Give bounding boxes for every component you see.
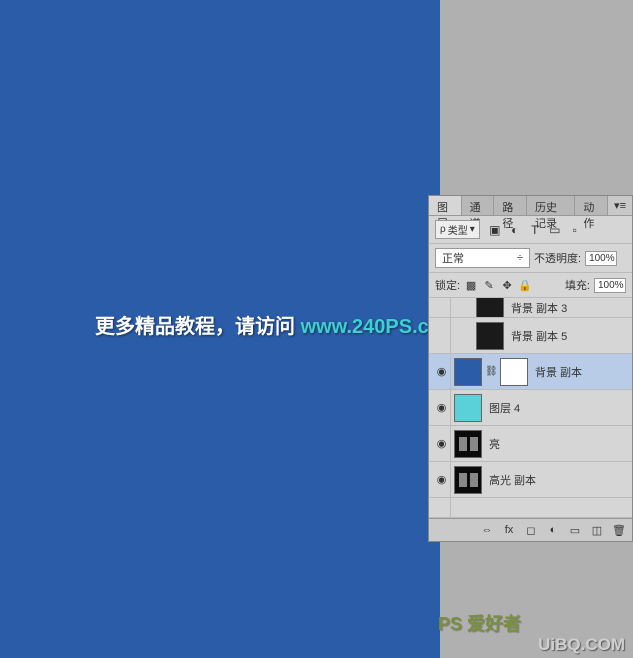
lock-position-icon[interactable]: ✥ — [500, 278, 514, 292]
filter-shape-icon[interactable]: ▭ — [548, 223, 562, 237]
filter-type-icon[interactable]: T — [528, 223, 542, 237]
link-layers-icon[interactable]: ⇔ — [480, 523, 494, 537]
eye-icon: ◉ — [437, 437, 447, 450]
opacity-label: 不透明度: — [534, 250, 581, 266]
layer-thumb[interactable] — [454, 394, 482, 422]
layer-thumb[interactable] — [454, 430, 482, 458]
tab-actions[interactable]: 动作 — [575, 196, 608, 215]
filter-adjust-icon[interactable]: ◐ — [508, 223, 522, 237]
adjustment-icon[interactable]: ◐ — [546, 523, 560, 537]
layer-row[interactable]: ◉ 图层 4 — [429, 390, 632, 426]
watermark-uibq: UiBQ.COM — [538, 635, 625, 655]
tab-history[interactable]: 历史记录 — [527, 196, 575, 215]
lock-transparent-icon[interactable]: ▩ — [464, 278, 478, 292]
layer-row[interactable]: ◉ 高光 副本 — [429, 462, 632, 498]
panel-tabs: 图层 通道 路径 历史记录 动作 ▾≡ — [429, 196, 632, 216]
lock-row: 锁定: ▩ ✎ ✥ 🔒 填充: 100% — [429, 273, 632, 298]
fill-label: 填充: — [565, 277, 590, 293]
layer-filter-row: ρ 类型 ▾ ▣ ◐ T ▭ ▫ — [429, 216, 632, 244]
panel-menu-icon[interactable]: ▾≡ — [608, 196, 632, 215]
mask-icon[interactable]: ◻ — [524, 523, 538, 537]
chevron-down-icon: ▾ — [470, 224, 475, 235]
chevron-updown-icon: ÷ — [517, 252, 523, 264]
layer-list: 背景 副本 3 背景 副本 5 ◉ ⛓ 背景 副本 ◉ 图层 4 ◉ 亮 ◉ — [429, 298, 632, 518]
visibility-toggle[interactable] — [433, 298, 451, 317]
layer-thumb[interactable] — [476, 298, 504, 318]
layer-row[interactable]: ◉ 亮 — [429, 426, 632, 462]
fx-icon[interactable]: fx — [502, 523, 516, 537]
visibility-toggle[interactable]: ◉ — [433, 390, 451, 425]
mask-thumb[interactable] — [500, 358, 528, 386]
filter-smart-icon[interactable]: ▫ — [568, 223, 582, 237]
blend-row: 正常 ÷ 不透明度: 100% — [429, 244, 632, 273]
watermark-ps: PS 爱好者 — [438, 610, 521, 636]
fill-input[interactable]: 100% — [594, 278, 626, 293]
layer-row[interactable]: 背景 副本 3 — [429, 298, 632, 318]
layer-name[interactable]: 亮 — [489, 436, 500, 452]
lock-label: 锁定: — [435, 277, 460, 293]
trash-icon[interactable]: 🗑 — [612, 523, 626, 537]
opacity-input[interactable]: 100% — [585, 251, 617, 266]
visibility-toggle[interactable]: ◉ — [433, 354, 451, 389]
promo-text: 更多精品教程，请访问 — [95, 316, 301, 338]
layer-thumb[interactable] — [454, 358, 482, 386]
eye-icon: ◉ — [437, 401, 447, 414]
blend-mode-select[interactable]: 正常 ÷ — [435, 248, 530, 268]
panel-footer: ⇔ fx ◻ ◐ ▭ ◫ 🗑 — [429, 518, 632, 541]
lock-all-icon[interactable]: 🔒 — [518, 278, 532, 292]
layer-name[interactable]: 背景 副本 3 — [511, 300, 567, 316]
filter-pixel-icon[interactable]: ▣ — [488, 223, 502, 237]
new-layer-icon[interactable]: ◫ — [590, 523, 604, 537]
filter-label: 类型 — [448, 222, 468, 237]
group-icon[interactable]: ▭ — [568, 523, 582, 537]
search-icon: ρ — [440, 224, 446, 235]
tab-channels[interactable]: 通道 — [462, 196, 495, 215]
blend-mode-value: 正常 — [442, 250, 464, 266]
filter-icons: ▣ ◐ T ▭ ▫ — [488, 223, 582, 237]
promo-banner: 更多精品教程，请访问 www.240PS.com — [95, 310, 459, 339]
visibility-toggle[interactable] — [433, 318, 451, 353]
tab-layers[interactable]: 图层 — [429, 196, 462, 215]
link-mask-icon[interactable]: ⛓ — [485, 366, 497, 377]
lock-icons: ▩ ✎ ✥ 🔒 — [464, 278, 532, 292]
lock-pixels-icon[interactable]: ✎ — [482, 278, 496, 292]
layer-name[interactable]: 图层 4 — [489, 400, 520, 416]
filter-type-select[interactable]: ρ 类型 ▾ — [435, 220, 480, 239]
layer-name[interactable]: 高光 副本 — [489, 472, 536, 488]
eye-icon: ◉ — [437, 365, 447, 378]
layers-panel: 图层 通道 路径 历史记录 动作 ▾≡ ρ 类型 ▾ ▣ ◐ T ▭ ▫ 正常 … — [428, 195, 633, 542]
eye-icon: ◉ — [437, 473, 447, 486]
layer-row[interactable]: 背景 副本 5 — [429, 318, 632, 354]
visibility-toggle[interactable]: ◉ — [433, 462, 451, 497]
layer-name[interactable]: 背景 副本 5 — [511, 328, 567, 344]
visibility-toggle[interactable] — [433, 498, 451, 517]
layer-name[interactable]: 背景 副本 — [535, 364, 582, 380]
layer-thumb[interactable] — [476, 322, 504, 350]
layer-row[interactable] — [429, 498, 632, 518]
layer-thumb[interactable] — [454, 466, 482, 494]
tab-paths[interactable]: 路径 — [494, 196, 527, 215]
visibility-toggle[interactable]: ◉ — [433, 426, 451, 461]
layer-row[interactable]: ◉ ⛓ 背景 副本 — [429, 354, 632, 390]
